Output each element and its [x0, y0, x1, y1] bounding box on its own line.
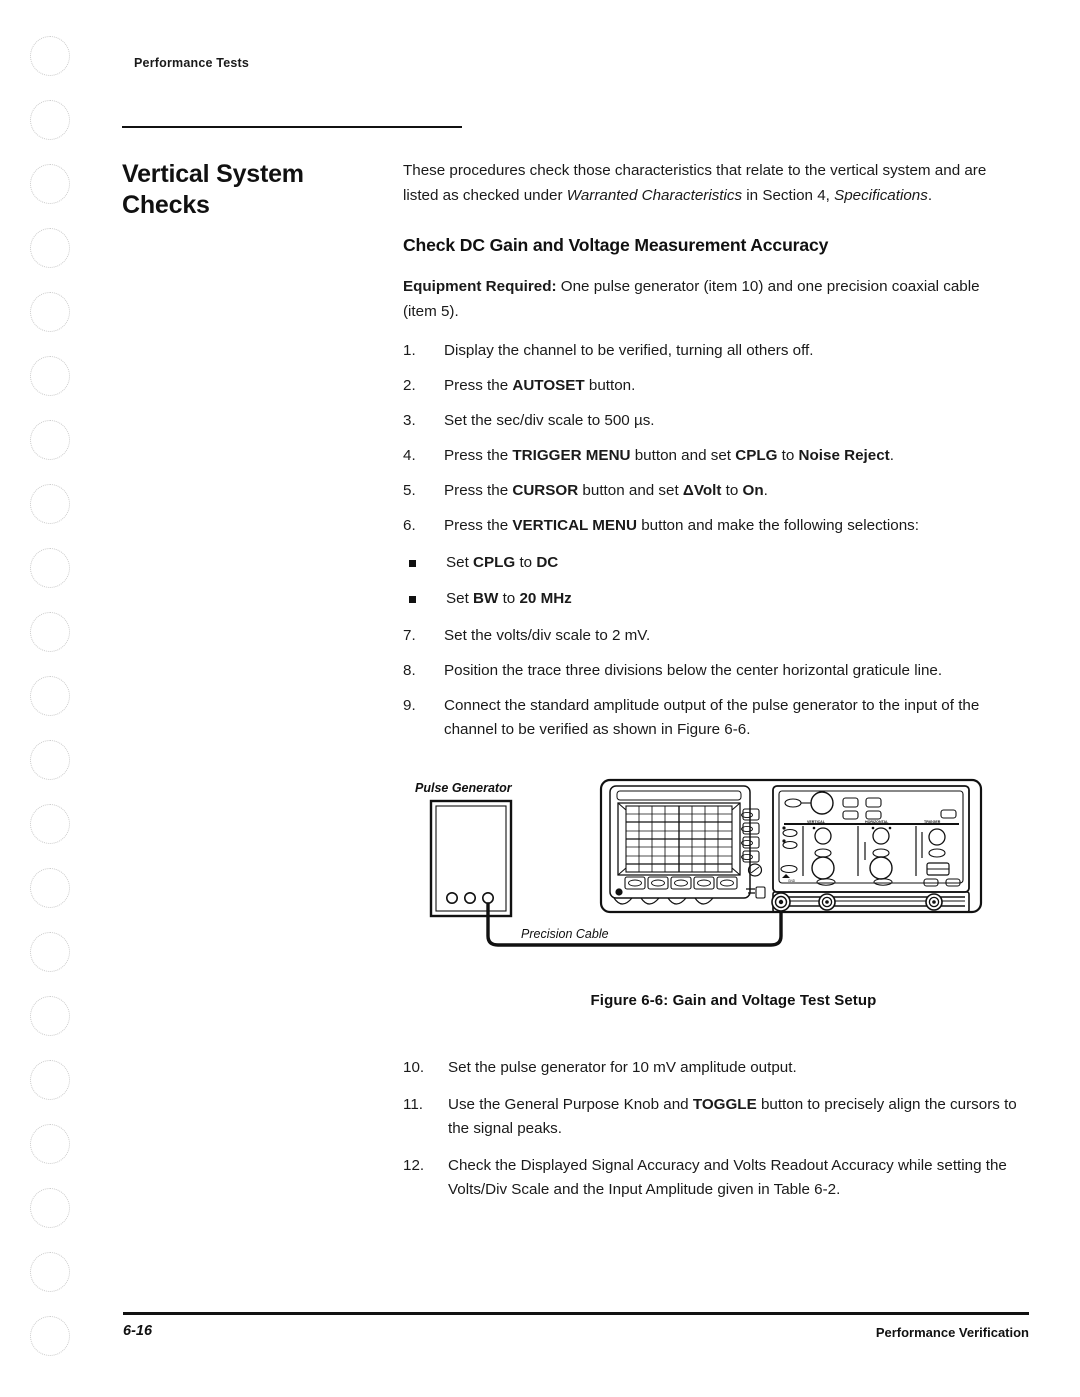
- bullet-text: Set CPLG to DC: [446, 553, 559, 571]
- binder-hole: [30, 1188, 70, 1228]
- procedure-steps-upper-tail: 7. Set the volts/div scale to 2 mV. 8. P…: [403, 624, 1028, 743]
- figure-6-6: Pulse Generator Precision Cable VERTICAL…: [403, 770, 1028, 1009]
- step-text: Press the VERTICAL MENU button and make …: [444, 517, 919, 535]
- binder-hole: [30, 996, 70, 1036]
- step-number: 1.: [403, 342, 416, 360]
- step-text: Connect the standard amplitude output of…: [444, 696, 980, 739]
- binder-hole: [30, 356, 70, 396]
- step-text: Check the Displayed Signal Accuracy and …: [448, 1156, 1007, 1199]
- binder-hole: [30, 932, 70, 972]
- binder-hole: [30, 1316, 70, 1356]
- procedure-steps-lower: 10. Set the pulse generator for 10 mV am…: [403, 1056, 1028, 1203]
- step-number: 10.: [403, 1059, 425, 1076]
- step-number: 7.: [403, 626, 416, 644]
- figure-artwork: Pulse Generator Precision Cable VERTICAL…: [403, 770, 1028, 970]
- procedure-steps-lower-wrap: 10. Set the pulse generator for 10 mV am…: [403, 1056, 1028, 1215]
- equipment-required-paragraph: Equipment Required: One pulse generator …: [403, 278, 980, 320]
- running-header: Performance Tests: [134, 56, 250, 70]
- binder-hole: [30, 804, 70, 844]
- binder-hole: [30, 740, 70, 780]
- footer-section-label: Performance Verification: [875, 1325, 1029, 1340]
- binder-hole: [30, 676, 70, 716]
- footer-divider-rule: [123, 1312, 1029, 1315]
- step-number: 5.: [403, 482, 416, 500]
- step-item: 12. Check the Displayed Signal Accuracy …: [403, 1154, 1028, 1203]
- step-item: 3. Set the sec/div scale to 500 µs.: [403, 409, 1028, 434]
- binder-hole: [30, 868, 70, 908]
- binder-hole: [30, 164, 70, 204]
- step-item: 1. Display the channel to be verified, t…: [403, 339, 1028, 364]
- step-text: Set the volts/div scale to 2 mV.: [444, 626, 651, 644]
- step-number: 2.: [403, 377, 416, 395]
- pulse-generator-label: Pulse Generator: [415, 781, 513, 795]
- bullet-item: Set BW to 20 MHz: [403, 587, 1028, 612]
- svg-text:GND: GND: [788, 879, 796, 883]
- step-text: Use the General Purpose Knob and TOGGLE …: [448, 1095, 1017, 1138]
- step-number: 4.: [403, 447, 416, 465]
- step-text: Position the trace three divisions below…: [444, 661, 943, 679]
- page-title: Vertical System Checks: [122, 159, 304, 219]
- binder-hole: [30, 484, 70, 524]
- step-item: 2. Press the AUTOSET button.: [403, 374, 1028, 399]
- binder-hole: [30, 1252, 70, 1292]
- binder-hole: [30, 1060, 70, 1100]
- step-text: Press the CURSOR button and set ΔVolt to…: [444, 482, 768, 500]
- binder-hole: [30, 36, 70, 76]
- binder-hole: [30, 100, 70, 140]
- figure-caption: Figure 6-6: Gain and Voltage Test Setup: [590, 992, 877, 1009]
- bullet-item: Set CPLG to DC: [403, 551, 1028, 576]
- step-number: 3.: [403, 412, 416, 430]
- step-text: Set the pulse generator for 10 mV amplit…: [448, 1059, 797, 1076]
- binder-hole: [30, 612, 70, 652]
- binder-hole: [30, 292, 70, 332]
- document-page: Performance Tests Vertical System Checks…: [0, 0, 1080, 1397]
- step-number: 12.: [403, 1156, 425, 1174]
- step-number: 11.: [403, 1095, 423, 1113]
- square-bullet-icon: [409, 559, 416, 567]
- step-text: Display the channel to be verified, turn…: [444, 342, 814, 360]
- main-text-column: These procedures check those characteris…: [403, 144, 1028, 753]
- page-number: 6-16: [123, 1323, 153, 1339]
- test-setup-illustration: Pulse Generator Precision Cable VERTICAL…: [415, 778, 983, 947]
- step-item: 8. Position the trace three divisions be…: [403, 659, 1028, 684]
- subsection-heading: Check DC Gain and Voltage Measurement Ac…: [403, 235, 829, 256]
- binder-hole: [30, 1124, 70, 1164]
- step-text: Press the AUTOSET button.: [444, 377, 636, 395]
- step-item: 7. Set the volts/div scale to 2 mV.: [403, 624, 1028, 649]
- step-item: 6. Press the VERTICAL MENU button and ma…: [403, 514, 1028, 539]
- step-number: 8.: [403, 661, 416, 679]
- panel-label-vertical: VERTICAL: [807, 820, 826, 824]
- step-item: 11. Use the General Purpose Knob and TOG…: [403, 1093, 1028, 1142]
- binder-hole: [30, 548, 70, 588]
- panel-label-trigger: TRIGGER: [924, 820, 941, 824]
- intro-paragraph: These procedures check those characteris…: [403, 162, 987, 204]
- step-text: Press the TRIGGER MENU button and set CP…: [444, 447, 894, 465]
- bullet-text: Set BW to 20 MHz: [446, 590, 572, 608]
- step-number: 9.: [403, 696, 416, 714]
- step-item: 10. Set the pulse generator for 10 mV am…: [403, 1056, 1028, 1081]
- binder-hole: [30, 228, 70, 268]
- title-divider-rule: [122, 126, 462, 128]
- step-item: 5. Press the CURSOR button and set ΔVolt…: [403, 479, 1028, 504]
- panel-label-horizontal: HORIZONTAL: [865, 820, 889, 824]
- step-number: 6.: [403, 517, 416, 535]
- step-item: 4. Press the TRIGGER MENU button and set…: [403, 444, 1028, 469]
- precision-cable-label: Precision Cable: [521, 927, 609, 941]
- binder-hole: [30, 420, 70, 460]
- procedure-steps-upper: 1. Display the channel to be verified, t…: [403, 339, 1028, 539]
- binder-hole-column: [30, 36, 86, 1356]
- step-item: 9. Connect the standard amplitude output…: [403, 694, 1028, 743]
- square-bullet-icon: [409, 596, 416, 604]
- step-text: Set the sec/div scale to 500 µs.: [444, 412, 655, 430]
- step6-bullet-list: Set CPLG to DC Set BW to 20 MHz: [403, 551, 1028, 612]
